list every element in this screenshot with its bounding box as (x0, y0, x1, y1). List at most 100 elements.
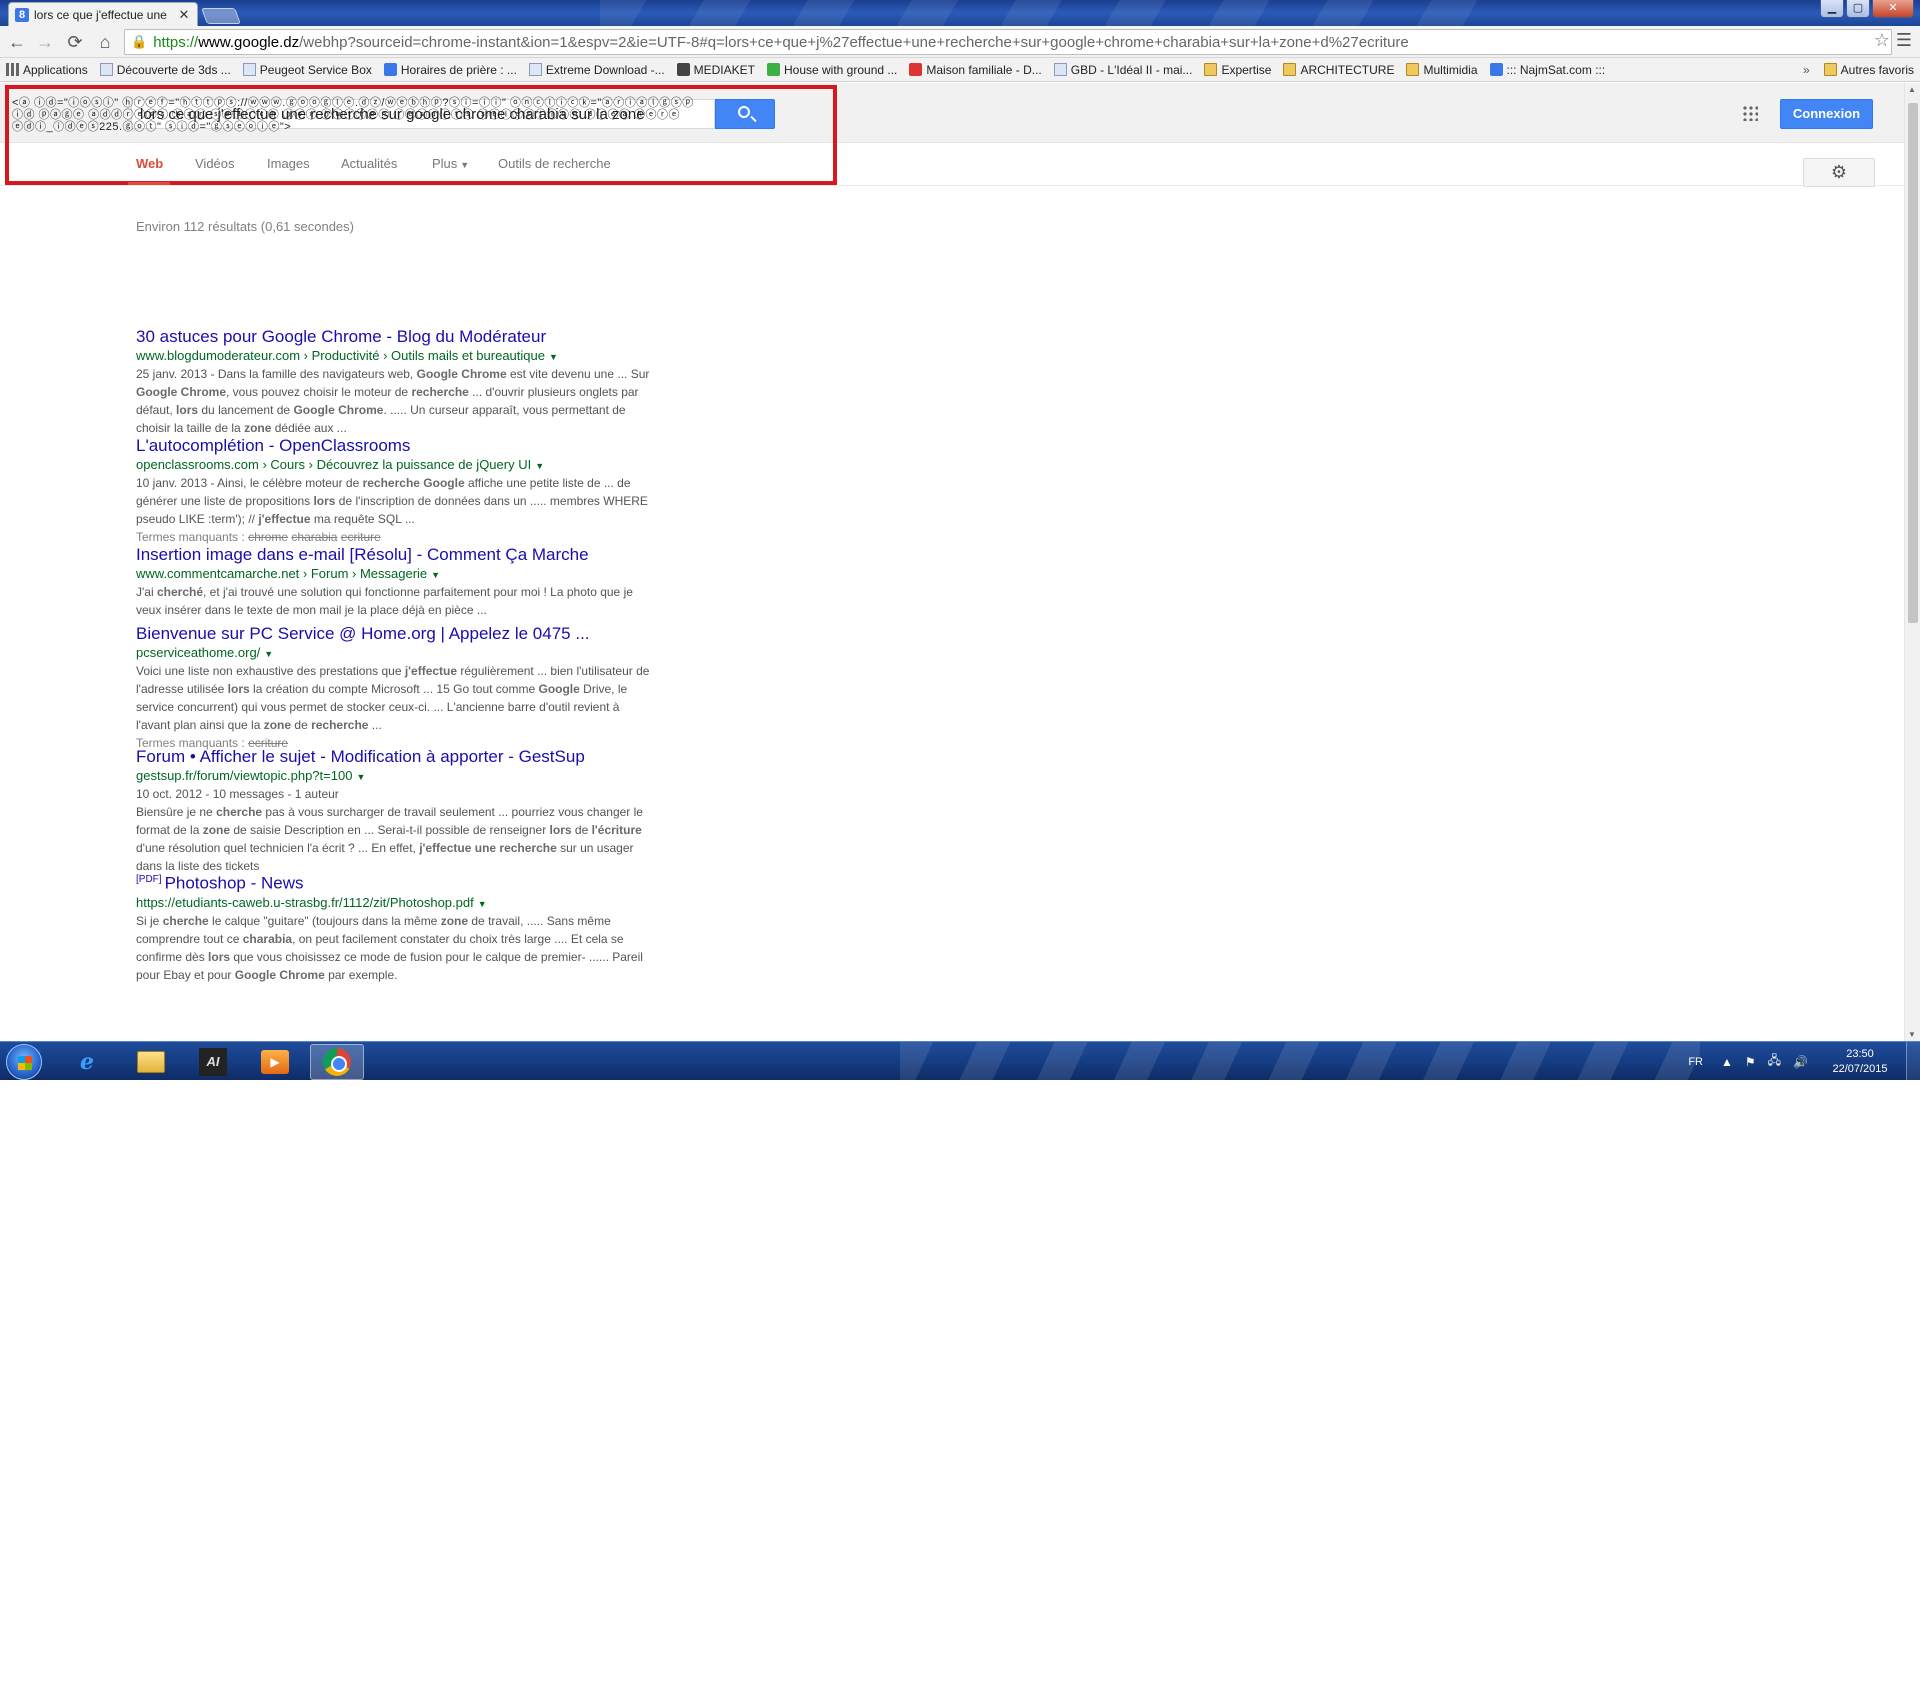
sign-in-button[interactable]: Connexion (1780, 99, 1873, 129)
media-glyph: ▶ (261, 1050, 289, 1074)
volume-icon[interactable]: 🔊 (1793, 1055, 1808, 1069)
new-tab-button[interactable] (201, 8, 241, 24)
result-stats: Environ 112 résultats (0,61 secondes) (136, 219, 354, 234)
settings-gear-icon[interactable]: ⚙ (1803, 158, 1875, 187)
bookmark-item[interactable]: House with ground ... (761, 59, 903, 81)
more-bookmarks-chevron-icon[interactable]: » (1795, 63, 1818, 77)
tab-more[interactable]: Plus ▼ (432, 156, 469, 171)
tab-videos[interactable]: Vidéos (195, 156, 235, 171)
result-url-text: pcserviceathome.org/ (136, 645, 261, 660)
result-options-chevron-icon[interactable]: ▼ (356, 772, 365, 782)
tab-images[interactable]: Images (267, 156, 310, 171)
folder-icon (1823, 63, 1837, 76)
scroll-down-icon[interactable]: ▼ (1908, 1030, 1916, 1039)
result-url: openclassrooms.com › Cours › Découvrez l… (136, 457, 656, 474)
google-results-page: lors ce que j'effectue une recherche sur… (0, 83, 1904, 1041)
bookmark-item[interactable]: Peugeot Service Box (237, 59, 378, 81)
bookmark-favicon-icon (1053, 63, 1067, 76)
result-title-link[interactable]: Bienvenue sur PC Service @ Home.org | Ap… (136, 623, 656, 645)
bookmark-item[interactable]: GBD - L'Idéal II - mai... (1048, 59, 1199, 81)
bookmark-item[interactable]: Expertise (1198, 59, 1277, 81)
action-center-flag-icon[interactable]: ⚑ (1745, 1055, 1756, 1069)
minimize-button[interactable]: ▁ (1820, 0, 1844, 18)
address-bar[interactable]: 🔒 https://www.google.dz/webhp?sourceid=c… (124, 29, 1892, 55)
browser-tab-active[interactable]: 8 lors ce que j'effectue une ✕ (8, 2, 198, 26)
scroll-up-icon[interactable]: ▲ (1908, 85, 1916, 94)
taskbar-decoration (900, 1042, 1700, 1080)
language-indicator[interactable]: FR (1688, 1056, 1703, 1068)
maximize-button[interactable]: ▢ (1846, 0, 1870, 18)
bookmark-item[interactable]: Multimidia (1400, 59, 1483, 81)
result-title-link[interactable]: L'autocomplétion - OpenClassrooms (136, 435, 656, 457)
bookmark-favicon-icon (1489, 63, 1503, 76)
scrollbar-thumb[interactable] (1908, 103, 1918, 623)
result-title-link[interactable]: 30 astuces pour Google Chrome - Blog du … (136, 326, 656, 348)
url-host: www.google.dz (198, 33, 300, 51)
forward-arrow-icon[interactable]: → (32, 30, 58, 54)
show-desktop-button[interactable] (1906, 1042, 1920, 1080)
result-title-link[interactable]: Forum • Afficher le sujet - Modification… (136, 746, 656, 768)
other-bookmarks-label: Autres favoris (1840, 62, 1914, 77)
result-options-chevron-icon[interactable]: ▼ (431, 570, 440, 580)
google-favicon-icon: 8 (15, 7, 29, 22)
search-result: Insertion image dans e-mail [Résolu] - C… (136, 544, 656, 619)
bookmark-item[interactable]: MEDIAKET (671, 59, 761, 81)
network-icon[interactable]: 🖧 (1768, 1051, 1781, 1072)
result-options-chevron-icon[interactable]: ▼ (549, 352, 558, 362)
chrome-logo-glyph (323, 1048, 351, 1076)
clock[interactable]: 23:50 22/07/2015 (1820, 1047, 1900, 1077)
illustrator-icon[interactable]: AI (186, 1044, 240, 1080)
bookmark-label: Horaires de prière : ... (400, 62, 517, 77)
result-title-link[interactable]: Insertion image dans e-mail [Résolu] - C… (136, 544, 656, 566)
home-icon[interactable]: ⌂ (92, 30, 118, 54)
result-options-chevron-icon[interactable]: ▼ (535, 461, 544, 471)
bookmark-item[interactable]: Applications (0, 59, 94, 81)
bookmark-favicon-icon (766, 63, 780, 76)
result-options-chevron-icon[interactable]: ▼ (478, 899, 487, 909)
media-player-icon[interactable]: ▶ (248, 1044, 302, 1080)
tab-web[interactable]: Web (136, 156, 163, 171)
chrome-menu-icon[interactable]: ☰ (1896, 30, 1912, 51)
tab-close-icon[interactable]: ✕ (177, 7, 191, 23)
close-window-button[interactable]: ✕ (1872, 0, 1914, 18)
other-bookmarks-folder[interactable]: Autres favoris (1818, 59, 1920, 81)
url-path: /webhp?sourceid=chrome-instant&ion=1&esp… (299, 33, 1409, 51)
start-button[interactable] (6, 1044, 42, 1080)
internet-explorer-icon[interactable]: e (60, 1044, 114, 1080)
bookmark-item[interactable]: Extreme Download -... (523, 59, 671, 81)
bookmark-item[interactable]: Horaires de prière : ... (378, 59, 523, 81)
reload-icon[interactable]: ⟳ (62, 30, 88, 54)
folder-icon (1204, 63, 1218, 76)
chrome-taskbar-icon[interactable] (310, 1044, 364, 1080)
tab-search-tools[interactable]: Outils de recherche (498, 156, 611, 171)
bookmark-label: Peugeot Service Box (259, 62, 372, 77)
search-result: Forum • Afficher le sujet - Modification… (136, 746, 656, 875)
bookmark-label: Découverte de 3ds ... (116, 62, 231, 77)
result-title-text: Photoshop - News (164, 873, 304, 893)
result-snippet: Voici une liste non exhaustive des prest… (136, 664, 650, 750)
title-bar: 8 lors ce que j'effectue une ✕ ▁ ▢ ✕ (0, 0, 1920, 26)
windows-taskbar: e AI ▶ FR ▲ ⚑ 🖧 🔊 23:50 22/07/2015 (0, 1041, 1920, 1080)
tab-news[interactable]: Actualités (341, 156, 397, 171)
result-options-chevron-icon[interactable]: ▼ (264, 649, 273, 659)
bookmark-item[interactable]: ARCHITECTURE (1277, 59, 1400, 81)
browser-toolbar: ← → ⟳ ⌂ 🔒 https://www.google.dz/webhp?so… (0, 26, 1920, 58)
file-explorer-icon[interactable] (124, 1044, 178, 1080)
apps-grid-icon[interactable] (1742, 105, 1758, 121)
result-url-text: www.blogdumoderateur.com › Productivité … (136, 348, 545, 363)
bookmark-favicon-icon (676, 63, 690, 76)
page-scrollbar[interactable]: ▲ ▼ (1904, 83, 1920, 1041)
show-hidden-icons-icon[interactable]: ▲ (1721, 1055, 1733, 1069)
bookmark-item[interactable]: ::: NajmSat.com ::: (1484, 59, 1612, 81)
back-arrow-icon[interactable]: ← (4, 30, 30, 54)
bookmark-label: ::: NajmSat.com ::: (1506, 62, 1606, 77)
bookmark-star-icon[interactable]: ☆ (1874, 30, 1890, 51)
clock-date: 22/07/2015 (1832, 1062, 1888, 1075)
bookmark-item[interactable]: Découverte de 3ds ... (94, 59, 237, 81)
search-result: 30 astuces pour Google Chrome - Blog du … (136, 326, 656, 437)
result-title-link[interactable]: [PDF] Photoshop - News (136, 869, 656, 895)
bookmark-item[interactable]: Maison familiale - D... (903, 59, 1047, 81)
bookmark-label: GBD - L'Idéal II - mai... (1070, 62, 1193, 77)
bookmark-favicon-icon (99, 63, 113, 76)
url-scheme: https:// (153, 33, 199, 51)
